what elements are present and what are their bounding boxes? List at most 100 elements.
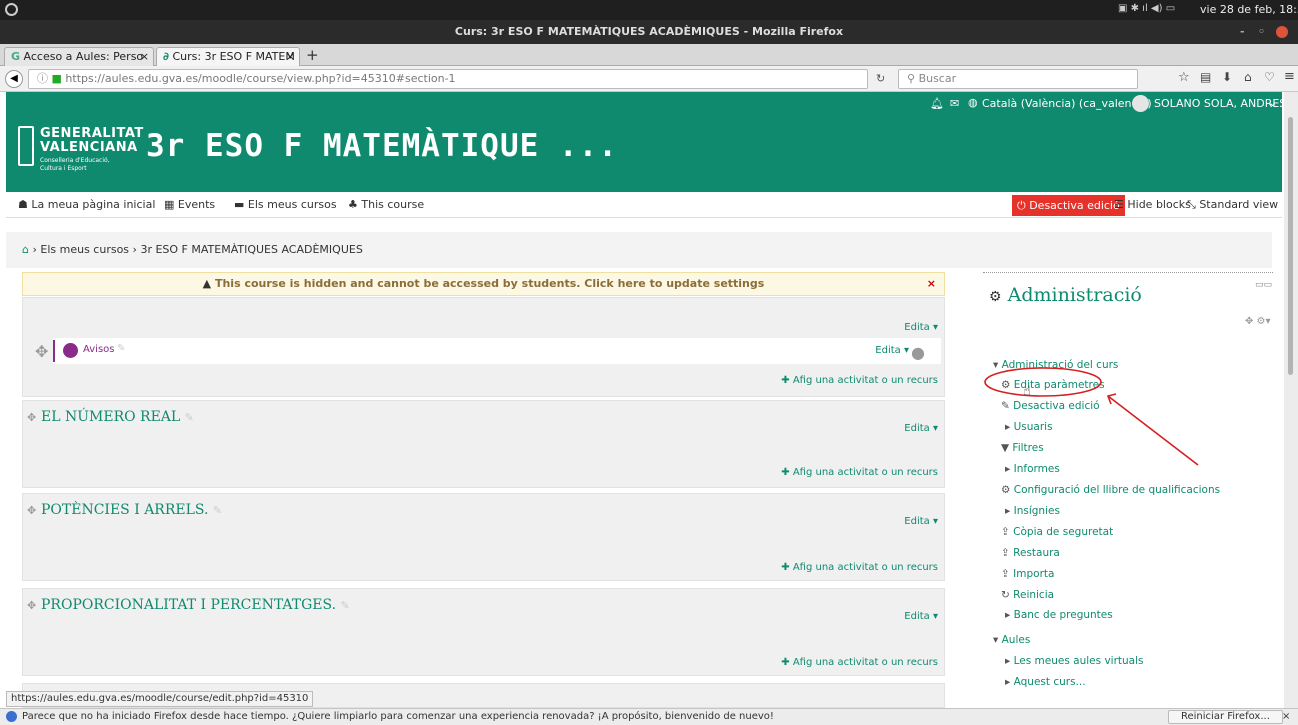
- reload-icon[interactable]: ↻: [876, 72, 885, 85]
- firefox-notification-bar: Parece que no ha iniciado Firefox desde …: [0, 708, 1298, 725]
- power-icon: ⏻: [1017, 199, 1026, 212]
- section-title[interactable]: POTÈNCIES I ARRELS. ✎: [41, 502, 222, 518]
- section-edit-menu[interactable]: Edita ▾: [904, 423, 938, 434]
- nav-my-courses[interactable]: ▬ Els meus cursos: [234, 192, 337, 218]
- breadcrumb-my-courses[interactable]: Els meus cursos: [40, 243, 129, 256]
- address-bar[interactable]: ⓘ ■ https://aules.edu.gva.es/moodle/cour…: [28, 69, 868, 89]
- briefcase-icon: ▬: [234, 198, 245, 211]
- os-clock[interactable]: vie 28 de feb, 18:57: [1200, 3, 1298, 16]
- messages-icon[interactable]: ✉: [950, 97, 959, 110]
- standard-view-button[interactable]: ⤡ Standard view: [1187, 192, 1278, 218]
- pencil-icon[interactable]: ✎: [213, 504, 222, 517]
- system-tray-icons[interactable]: ▣ ✱ ıl ◀) ▭: [1118, 3, 1175, 14]
- tab-close-icon[interactable]: ×: [140, 48, 149, 65]
- move-handle-icon[interactable]: ✥: [27, 599, 36, 612]
- section-title[interactable]: EL NÚMERO REAL ✎: [41, 409, 194, 425]
- section-edit-menu[interactable]: Edita ▾: [904, 516, 938, 527]
- tab-aules-login[interactable]: G Acceso a Aules: Perso ×: [4, 47, 154, 66]
- admin-this-course[interactable]: ▸ Aquest curs...: [1005, 676, 1086, 688]
- site-info-icon[interactable]: ⓘ: [37, 72, 48, 85]
- section-edit-menu[interactable]: Edita ▾: [904, 322, 938, 333]
- close-icon[interactable]: ×: [1282, 709, 1290, 725]
- menu-icon[interactable]: ≡: [1284, 69, 1295, 84]
- admin-my-virtual-classrooms[interactable]: ▸ Les meues aules virtuals: [1005, 655, 1144, 667]
- plus-icon: ✚: [781, 467, 790, 478]
- move-handle-icon[interactable]: ✥: [27, 504, 36, 517]
- standard-view-label: Standard view: [1199, 198, 1279, 211]
- block-actions-icon[interactable]: ✥ ⚙▾: [1245, 316, 1271, 327]
- activity-edit-menu[interactable]: Edita ▾: [875, 345, 909, 356]
- admin-item-label: Importa: [1013, 568, 1055, 580]
- caret-right-icon: ▸: [1005, 609, 1011, 621]
- tab-label: Curs: 3r ESO F MATEM: [172, 50, 295, 63]
- caret-right-icon: ▸: [1005, 655, 1011, 667]
- notice-text[interactable]: This course is hidden and cannot be acce…: [215, 277, 764, 290]
- move-handle-icon[interactable]: ✥: [27, 411, 36, 424]
- section-title[interactable]: PROPORCIONALITAT I PERCENTATGES. ✎: [41, 597, 350, 613]
- back-button[interactable]: ◀: [5, 70, 23, 88]
- page-title: 3r ESO F MATEMÀTIQUE ...: [146, 128, 618, 164]
- course-navbar: ☗ La meua pàgina inicial ▦ Events ▬ Els …: [6, 192, 1282, 218]
- refresh-icon: ↻: [1001, 589, 1010, 601]
- hidden-course-notice[interactable]: ▲ This course is hidden and cannot be ac…: [22, 272, 945, 296]
- scrollbar-thumb[interactable]: [1288, 117, 1293, 375]
- plus-icon: ✚: [781, 562, 790, 573]
- language-globe-icon[interactable]: ◍: [968, 96, 978, 109]
- tab-course[interactable]: ∂ Curs: 3r ESO F MATEM ×: [156, 47, 300, 66]
- nav-events[interactable]: ▦ Events: [164, 192, 215, 218]
- add-activity-button[interactable]: ✚ Afig una activitat o un recurs: [781, 375, 938, 386]
- admin-aules[interactable]: ▾ Aules: [993, 634, 1030, 646]
- chevron-down-icon[interactable]: ⌄: [1268, 96, 1277, 109]
- forum-link[interactable]: Avisos: [83, 344, 115, 355]
- bookmark-star-icon[interactable]: ☆: [1178, 70, 1190, 85]
- home-icon[interactable]: ⌂: [22, 243, 29, 256]
- os-menu-icon[interactable]: [5, 3, 18, 16]
- move-handle-icon[interactable]: ✥: [35, 342, 48, 361]
- forum-icon: [63, 343, 78, 358]
- breadcrumb-course[interactable]: 3r ESO F MATEMÀTIQUES ACADÈMIQUES: [140, 243, 362, 256]
- lock-icon: ■: [51, 72, 62, 85]
- new-tab-button[interactable]: +: [306, 46, 319, 64]
- avatar[interactable]: [1132, 95, 1149, 112]
- sitemap-icon: ♣: [348, 198, 358, 211]
- window-maximize-button[interactable]: ◦: [1258, 20, 1265, 44]
- add-activity-button[interactable]: ✚ Afig una activitat o un recurs: [781, 657, 938, 668]
- generalitat-logo[interactable]: GENERALITAT VALENCIANA Conselleria d'Edu…: [18, 124, 143, 184]
- notifications-bell-icon[interactable]: 🔔︎: [930, 97, 944, 110]
- refresh-firefox-button[interactable]: Reiniciar Firefox...: [1168, 710, 1283, 724]
- window-close-button[interactable]: [1276, 26, 1288, 38]
- pocket-icon[interactable]: ♡: [1264, 70, 1275, 84]
- block-dock-icons[interactable]: ▭▭: [1255, 280, 1272, 290]
- hide-blocks-icon: ☰: [1114, 198, 1124, 211]
- nav-this-course[interactable]: ♣ This course: [348, 192, 424, 218]
- reading-list-icon[interactable]: ▤: [1200, 70, 1211, 84]
- tab-close-icon[interactable]: ×: [286, 48, 295, 65]
- user-icon[interactable]: ●: [911, 343, 925, 362]
- add-activity-button[interactable]: ✚ Afig una activitat o un recurs: [781, 467, 938, 478]
- user-menu[interactable]: SOLANO SOLA, ANDRES: [1154, 97, 1286, 110]
- search-input[interactable]: ⚲ Buscar: [898, 69, 1138, 89]
- edit-label: Edita: [904, 322, 930, 333]
- caret-down-icon: ▾: [993, 634, 999, 646]
- section-edit-menu[interactable]: Edita ▾: [904, 611, 938, 622]
- admin-import[interactable]: ⇪ Importa: [1001, 568, 1054, 580]
- nav-home[interactable]: ☗ La meua pàgina inicial: [18, 192, 155, 218]
- turn-editing-off-button[interactable]: ⏻ Desactiva edició: [1012, 195, 1125, 216]
- window-minimize-button[interactable]: -: [1240, 20, 1245, 44]
- section-title-text: POTÈNCIES I ARRELS.: [41, 502, 209, 518]
- activity-indent-bar: [53, 340, 55, 362]
- home-icon[interactable]: ⌂: [1244, 70, 1252, 84]
- pencil-icon[interactable]: ✎: [117, 343, 125, 354]
- download-icon[interactable]: ⬇: [1222, 70, 1232, 84]
- nav-home-label: La meua pàgina inicial: [31, 198, 156, 211]
- nav-events-label: Events: [177, 198, 216, 211]
- language-selector[interactable]: Català (València) (ca_valencia): [982, 97, 1152, 110]
- admin-reset[interactable]: ↻ Reinicia: [1001, 589, 1054, 601]
- add-activity-button[interactable]: ✚ Afig una activitat o un recurs: [781, 562, 938, 573]
- admin-question-bank[interactable]: ▸ Banc de preguntes: [1005, 609, 1113, 621]
- pencil-icon[interactable]: ✎: [185, 411, 194, 424]
- close-icon[interactable]: ×: [927, 273, 936, 295]
- administration-block: ▭▭ ⚙ Administració ✥ ⚙▾ ▾ Administració …: [983, 272, 1273, 712]
- hide-blocks-button[interactable]: ☰ Hide blocks: [1114, 192, 1191, 218]
- pencil-icon[interactable]: ✎: [341, 599, 350, 612]
